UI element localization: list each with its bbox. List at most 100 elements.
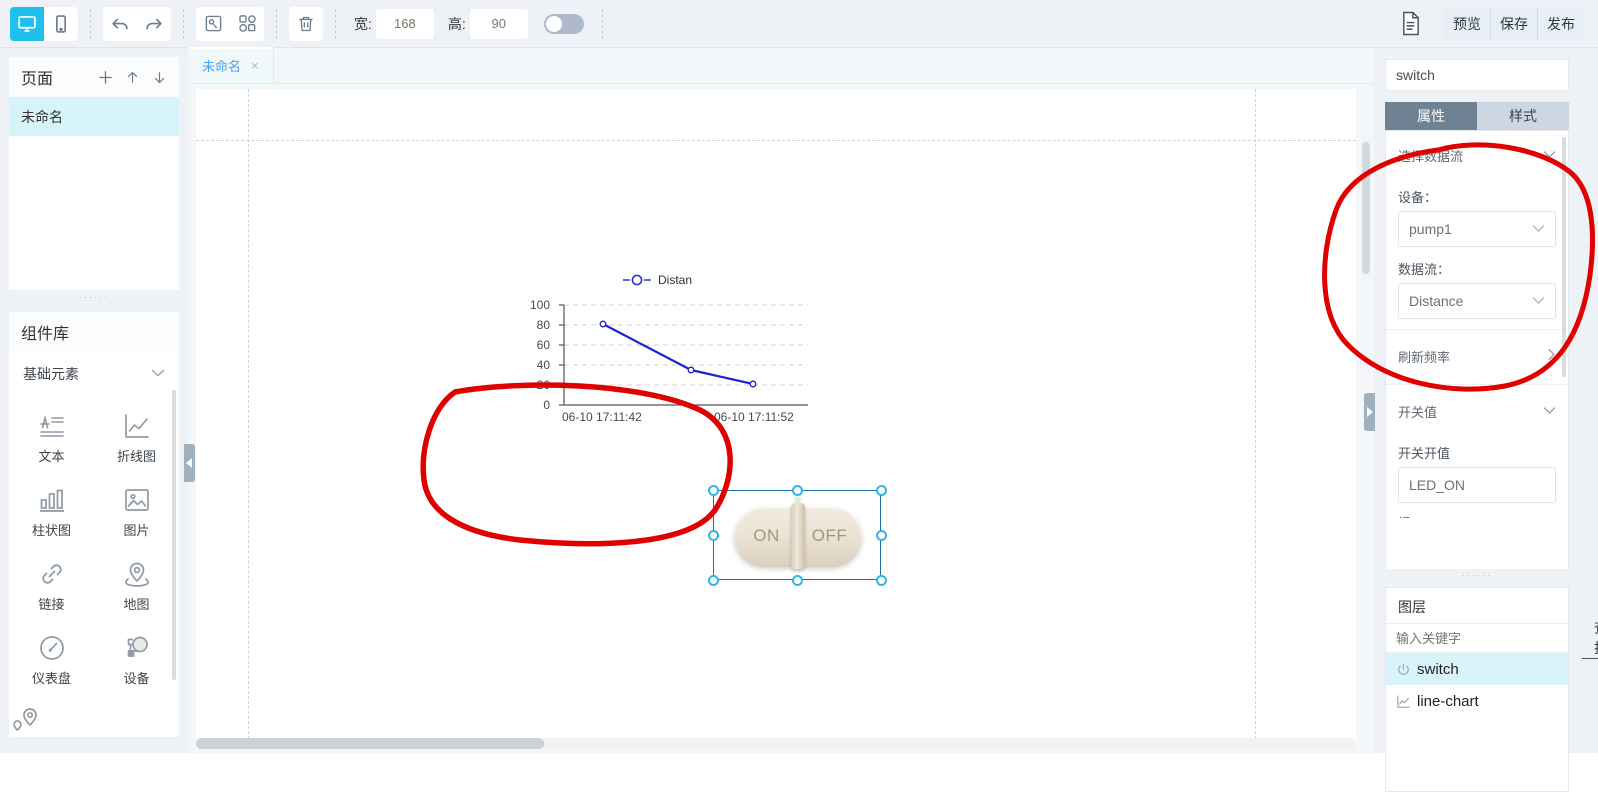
monitor-icon[interactable]	[10, 6, 44, 41]
library-header: 组件库	[9, 312, 179, 352]
switch-off-half[interactable]: OFF	[798, 526, 861, 546]
save-button[interactable]: 保存	[1491, 7, 1538, 40]
layers-panel: 图层 查找 switch line-chart	[1385, 587, 1598, 792]
switch-on-label: ON	[753, 526, 780, 545]
close-icon[interactable]: ×	[251, 58, 259, 73]
trash-icon[interactable]	[289, 6, 323, 41]
chevron-down-icon	[151, 367, 165, 381]
section-switch-value[interactable]: 开关值	[1386, 393, 1568, 429]
toolbar-divider	[183, 8, 184, 39]
library-item-text[interactable]: 文本	[9, 400, 94, 474]
document-icon[interactable]	[1399, 11, 1422, 36]
component-name-input[interactable]	[1385, 59, 1569, 91]
layers-search-button[interactable]: 查找	[1582, 618, 1598, 659]
library-grid: 文本 折线图 柱状图 图片 链接 地图 仪表盘 设备	[9, 396, 179, 737]
phone-icon[interactable]	[44, 6, 78, 41]
lock-ratio-toggle[interactable]	[543, 13, 584, 34]
switch-widget-selection[interactable]: ON OFF	[708, 485, 887, 586]
library-item-label: 折线图	[116, 449, 156, 464]
group-icon[interactable]	[196, 6, 230, 41]
tab-styles[interactable]: 样式	[1477, 102, 1569, 130]
preview-button[interactable]: 预览	[1444, 7, 1491, 40]
publish-button[interactable]: 发布	[1538, 8, 1584, 40]
guide-line-horizontal	[196, 140, 1356, 141]
device-select-value: pump1	[1409, 221, 1452, 237]
section-refresh-label: 刷新频率	[1398, 349, 1451, 365]
resize-handle-ne[interactable]	[876, 485, 887, 496]
canvas-tabbar: 未命名 ×	[188, 47, 1374, 84]
group-tools	[196, 6, 264, 41]
plus-icon[interactable]	[93, 65, 117, 89]
layer-label: switch	[1417, 660, 1459, 678]
right-panel-collapse-handle[interactable]	[1364, 393, 1375, 431]
properties-scrollbar[interactable]	[1562, 137, 1566, 377]
section-switch-value-label: 开关值	[1398, 404, 1438, 420]
stream-select[interactable]: Distance	[1398, 283, 1556, 319]
library-scrollbar[interactable]	[172, 390, 176, 680]
property-tabs: 属性 样式	[1385, 102, 1569, 130]
page-item-untitled[interactable]: 未命名	[9, 97, 179, 136]
device-select[interactable]: pump1	[1398, 211, 1556, 247]
arrow-down-icon[interactable]	[147, 65, 171, 89]
line-chart-widget[interactable]: Distan 100 80 60 40 20 0 06-10 17:11:42 …	[492, 269, 822, 429]
properties-pane: 选择数据流 设备： pump1 数据流： Distance 刷新频率 开关值 开…	[1385, 130, 1569, 580]
ungroup-icon[interactable]	[230, 6, 264, 41]
component-library-card: 组件库 基础元素 文本 折线图 柱状图 图片 链接 地图 仪表盘 设备	[9, 312, 179, 737]
layers-search-input[interactable]	[1386, 630, 1582, 646]
section-datastream[interactable]: 选择数据流	[1386, 137, 1568, 173]
section-refresh-rate[interactable]: 刷新频率	[1386, 338, 1568, 374]
resize-handle-w[interactable]	[708, 530, 719, 541]
resize-handle-sw[interactable]	[708, 575, 719, 586]
library-item-map[interactable]: 地图	[94, 548, 179, 622]
resize-handle-n[interactable]	[792, 485, 803, 496]
canvas-horizontal-scrollbar[interactable]	[196, 738, 1356, 749]
arrow-up-icon[interactable]	[120, 65, 144, 89]
width-input[interactable]	[375, 8, 434, 39]
toolbar-right-group: 预览 保存 发布	[1399, 7, 1598, 40]
library-item-gauge[interactable]: 仪表盘	[9, 622, 94, 696]
library-item-map-multi[interactable]	[9, 696, 94, 737]
library-item-label: 文本	[38, 449, 65, 464]
library-item-bar-chart[interactable]: 柱状图	[9, 474, 94, 548]
library-title: 组件库	[21, 326, 70, 343]
library-item-image[interactable]: 图片	[94, 474, 179, 548]
device-icon	[122, 631, 152, 665]
page-item-label: 未命名	[21, 108, 63, 125]
resize-handle-se[interactable]	[876, 575, 887, 586]
pages-resize-handle[interactable]: ······	[9, 290, 179, 303]
rocker-switch[interactable]: ON OFF	[735, 497, 861, 569]
library-section-basic[interactable]: 基础元素	[9, 352, 179, 396]
switch-on-half[interactable]: ON	[735, 526, 798, 546]
resize-handle-s[interactable]	[792, 575, 803, 586]
library-item-label: 图片	[123, 523, 150, 538]
section-divider	[1386, 384, 1568, 385]
chart-ytick: 100	[529, 298, 550, 312]
layer-row-switch[interactable]: switch	[1386, 653, 1568, 685]
tab-properties[interactable]: 属性	[1385, 102, 1477, 130]
resize-handle-e[interactable]	[876, 530, 887, 541]
pages-title: 页面	[21, 71, 54, 88]
switch-on-value-input[interactable]: LED_ON	[1398, 467, 1556, 503]
library-item-line-chart[interactable]: 折线图	[94, 400, 179, 474]
library-item-device[interactable]: 设备	[94, 622, 179, 696]
library-item-label: 链接	[38, 597, 65, 612]
tab-untitled[interactable]: 未命名 ×	[188, 47, 274, 83]
chevron-down-icon	[1543, 404, 1556, 418]
library-item-link[interactable]: 链接	[9, 548, 94, 622]
left-panel-collapse-handle[interactable]	[184, 444, 195, 482]
switch-off-label: OFF	[811, 526, 848, 545]
height-input[interactable]	[469, 8, 528, 39]
tab-label: 未命名	[202, 58, 242, 74]
redo-arrow-icon[interactable]	[137, 6, 171, 41]
layer-row-line-chart[interactable]: line-chart	[1386, 685, 1568, 717]
toolbar-divider	[601, 8, 603, 39]
canvas-area: 未命名 × Distan 100 80 60 40 20 0 06-10 17:…	[188, 47, 1374, 753]
undo-arrow-icon[interactable]	[103, 6, 137, 41]
design-canvas[interactable]: Distan 100 80 60 40 20 0 06-10 17:11:42 …	[196, 89, 1356, 744]
right-panel: 属性 样式 选择数据流 设备： pump1 数据流： Distance 刷新频率	[1364, 48, 1598, 792]
chart-xtick: 06-10 17:11:42	[562, 410, 642, 424]
line-chart-icon	[122, 409, 152, 443]
resize-handle-nw[interactable]	[708, 485, 719, 496]
properties-resize-handle[interactable]: ······	[1385, 569, 1569, 581]
device-mode-group	[10, 6, 78, 41]
